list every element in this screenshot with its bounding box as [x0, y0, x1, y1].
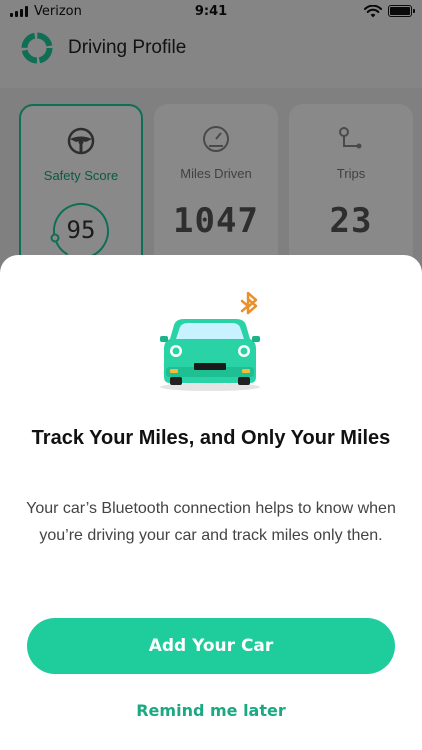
add-your-car-button[interactable]: Add Your Car	[27, 618, 395, 674]
car-bluetooth-icon	[160, 291, 260, 391]
sheet-description: Your car’s Bluetooth connection helps to…	[26, 500, 396, 544]
remind-me-later-link[interactable]: Remind me later	[0, 701, 422, 720]
sheet-title: Track Your Miles, and Only Your Miles	[31, 427, 391, 449]
bottom-sheet: Track Your Miles, and Only Your Miles Yo…	[0, 255, 422, 750]
